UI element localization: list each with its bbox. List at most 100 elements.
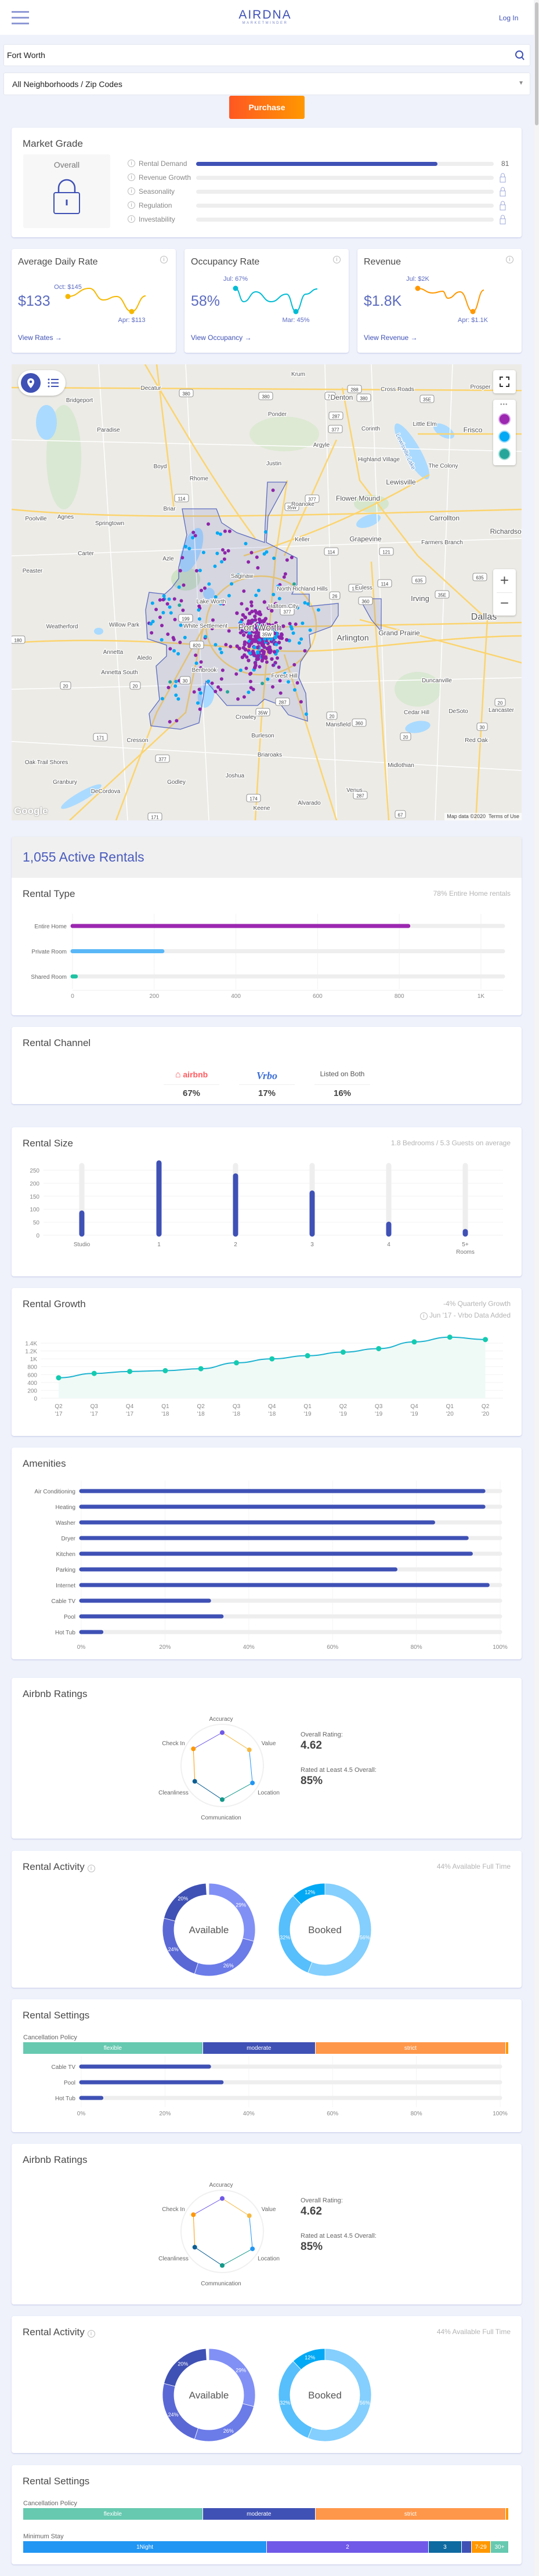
top-header: AIRDNA MARKETMINDER Log In (0, 0, 534, 35)
city-label: The Colony (428, 463, 458, 469)
neighborhood-selected: All Neighborhoods / Zip Codes (12, 79, 122, 89)
listing-dot (165, 602, 169, 606)
info-icon[interactable]: i (128, 215, 135, 223)
donut-center-label: Booked (308, 1924, 342, 1935)
rental-growth-card: Rental Growth -4% Quarterly Growth i Jun… (12, 1288, 522, 1436)
radar-label: Accuracy (209, 2182, 233, 2188)
logo-text: AIRDNA (238, 8, 292, 21)
info-icon[interactable]: i (128, 201, 135, 209)
info-icon[interactable]: i (128, 160, 135, 167)
category-label: Parking (56, 1567, 75, 1573)
listing-dot (254, 618, 258, 622)
donut-segment-label: 32% (280, 1935, 290, 1941)
neighborhood-select[interactable]: All Neighborhoods / Zip Codes ▼ (3, 73, 530, 95)
listing-dot (222, 557, 226, 561)
lake (394, 423, 430, 480)
listing-dot (247, 644, 251, 649)
highway-shield-label: 20 (63, 684, 68, 689)
listing-dot (258, 665, 262, 669)
airbnb-ratings-card: Airbnb Ratings Overall Rating: 4.62 Rate… (12, 2144, 522, 2304)
category-label: Pool (64, 1614, 75, 1620)
city-label: Arlington (337, 633, 368, 642)
highway-shield-label: 30 (183, 679, 188, 684)
view-link[interactable]: View Rates → (18, 334, 62, 342)
listing-dot (244, 542, 248, 545)
listing-dot (268, 650, 272, 654)
radar-label: Accuracy (209, 1716, 233, 1723)
listing-dot (172, 597, 176, 601)
listing-dot (207, 582, 211, 586)
city-label: Frisco (464, 426, 483, 434)
listing-dot (167, 686, 171, 689)
airbnb-logo: ⌂ airbnb (164, 1070, 219, 1085)
listing-dot (255, 611, 259, 615)
purchase-button[interactable]: Purchase (229, 96, 305, 119)
listing-dot (292, 582, 296, 586)
category-label: Washer (56, 1520, 76, 1526)
fullscreen-button[interactable] (493, 370, 516, 393)
y-tick-label: 50 (33, 1220, 40, 1227)
radar-label: Communication (201, 1815, 241, 1821)
login-link[interactable]: Log In (499, 14, 518, 22)
listing-dot (219, 677, 223, 681)
view-link[interactable]: View Revenue → (364, 334, 418, 342)
listing-dot (161, 598, 165, 602)
search-icon[interactable] (515, 50, 525, 61)
highway (359, 618, 522, 664)
y-tick-label: 400 (27, 1380, 37, 1387)
city-label: North Richland Hills (277, 586, 328, 592)
scrollbar-track[interactable] (534, 0, 539, 2576)
x-tick-label: 40% (243, 1644, 255, 1651)
scrollbar-thumb[interactable] (535, 2, 538, 125)
radar-point (220, 2263, 225, 2268)
listing-dot (278, 679, 282, 683)
location-search-input[interactable]: Fort Worth (3, 44, 530, 66)
map-view-button[interactable] (21, 373, 41, 393)
sparkline-high-label: Oct: $145 (54, 284, 82, 291)
minimum-stay-bar-segment: 7-29 (471, 2541, 491, 2553)
more-icon[interactable]: ••• (500, 401, 508, 408)
cancellation-policy-label: Cancellation Policy (23, 2500, 77, 2507)
highway-shield-label: 114 (381, 582, 389, 587)
view-link[interactable]: View Occupancy → (191, 334, 252, 342)
listing-dot (158, 616, 162, 619)
city-label: Lake Worth (197, 599, 226, 605)
listing-dot (214, 689, 218, 693)
hamburger-menu-icon[interactable] (12, 11, 29, 25)
listing-dot (178, 569, 182, 573)
category-label: Kitchen (56, 1551, 75, 1558)
y-tick-label: 800 (27, 1365, 37, 1371)
info-icon[interactable]: i (128, 187, 135, 195)
listing-dot (183, 635, 187, 639)
shared-room-layer-icon[interactable] (498, 448, 511, 460)
grade-label: Revenue Growth (139, 173, 191, 182)
map-view-toggle[interactable] (18, 370, 66, 396)
donut-segment (164, 2348, 207, 2387)
city-label: Flower Mound (336, 494, 380, 502)
listing-dot (253, 614, 257, 618)
listing-dot (247, 659, 251, 663)
listing-dot (168, 605, 172, 609)
listing-dot (227, 594, 231, 598)
private-room-layer-icon[interactable] (498, 430, 511, 443)
zoom-in-button[interactable]: + (493, 569, 516, 592)
map-canvas[interactable]: 380380 77288380 35E377287114 37735W114 12126… (12, 364, 522, 820)
terms-link[interactable]: Terms of Use (489, 813, 519, 819)
rentals-map[interactable]: 380 380 77 288 380 35E 377 287 114 377 35W 114 121 26… (12, 364, 522, 820)
city-label: Grand Prairie (378, 629, 420, 637)
info-icon[interactable]: i (128, 173, 135, 181)
listing-dot (285, 558, 289, 562)
listing-dot (223, 551, 227, 555)
minimum-stay-label: Minimum Stay (23, 2533, 64, 2540)
listing-dot (168, 680, 172, 684)
radar-edge (222, 2198, 249, 2216)
airdna-logo[interactable]: AIRDNA MARKETMINDER (230, 8, 300, 26)
highway-shield-label: 288 (350, 388, 359, 393)
city-label: Annetta South (101, 670, 138, 676)
zoom-out-button[interactable]: − (493, 592, 516, 616)
entire-home-layer-icon[interactable] (498, 413, 511, 425)
list-view-icon[interactable] (47, 377, 60, 389)
rental-activity-donuts: 29% 26% 24% 20% Available 56% 32% 12% Booked (162, 2348, 372, 2442)
city-label: Godley (167, 779, 186, 786)
listing-dot (264, 530, 267, 534)
